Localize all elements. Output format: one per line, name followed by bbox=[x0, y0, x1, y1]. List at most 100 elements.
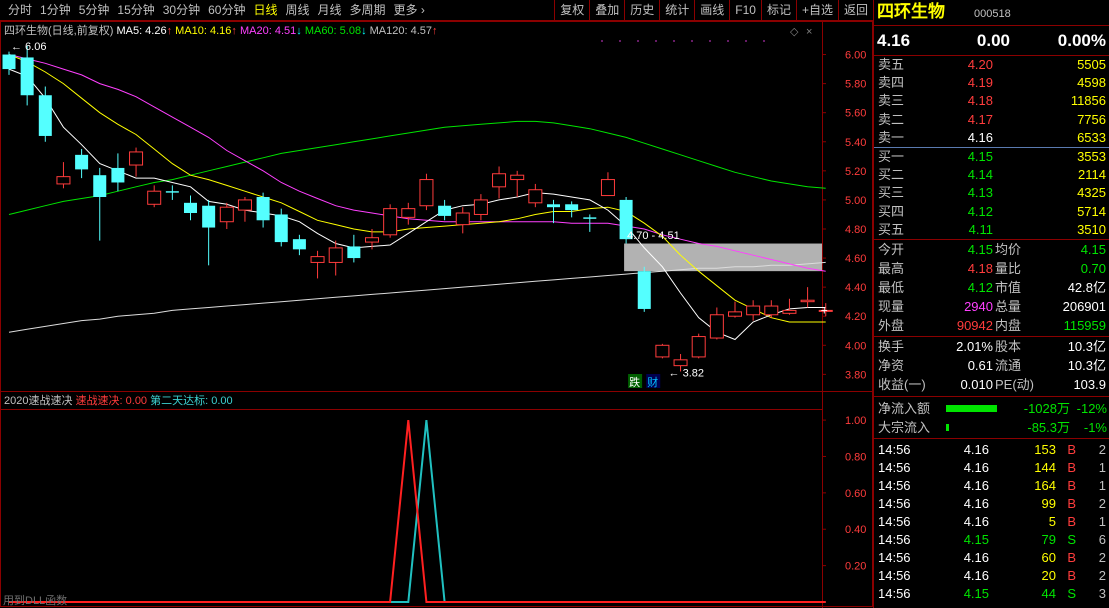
level-volume: 6533 bbox=[1077, 129, 1106, 145]
stat-label: 内盘 bbox=[995, 318, 1022, 333]
ma-legend-item: MA5: 4.26 bbox=[116, 25, 166, 37]
toolbar-button[interactable]: 历史 bbox=[624, 0, 659, 20]
period-tab[interactable]: 周线 bbox=[281, 3, 313, 18]
ma-legend-item: MA20: 4.51 bbox=[240, 25, 296, 37]
diamond-icon[interactable]: ◇ bbox=[790, 26, 799, 38]
candle-body bbox=[256, 197, 270, 221]
stat-value: 115959 bbox=[1063, 318, 1106, 333]
candle-body bbox=[75, 154, 89, 170]
level-label: 买二 bbox=[878, 167, 905, 183]
fundamental-row: 换手 2.01% 股本 10.3亿 bbox=[874, 338, 1109, 356]
candle-body bbox=[565, 204, 579, 211]
fund-flow-row: 净流入额 -1028万 -12% bbox=[874, 400, 1109, 418]
tick-side: B bbox=[1067, 514, 1076, 529]
candle-body bbox=[637, 271, 651, 309]
quote-panel: 四环生物 000518 4.16 0.00 0.00% 卖五 4.20 5505 卖四 4.19 4… bbox=[873, 0, 1109, 608]
candle-body bbox=[20, 57, 34, 96]
flow-pct: -1% bbox=[1083, 420, 1107, 435]
period-tab[interactable]: 分时 bbox=[4, 3, 36, 18]
stat-label: 外盘 bbox=[878, 318, 905, 333]
period-tab[interactable]: 1分钟 bbox=[36, 3, 75, 18]
candle-body bbox=[111, 167, 125, 183]
bid-level: 买一 4.15 3553 bbox=[874, 148, 1109, 166]
stat-label: 最高 bbox=[878, 261, 905, 276]
tick-volume: 153 bbox=[1034, 442, 1056, 457]
toolbar-button[interactable]: 画线 bbox=[694, 0, 729, 20]
tick-volume: 5 bbox=[1048, 514, 1056, 529]
bid-level: 买四 4.12 5714 bbox=[874, 203, 1109, 221]
price-tick-label: 4.00 bbox=[845, 340, 866, 352]
toolbar-button[interactable]: 统计 bbox=[659, 0, 694, 20]
toolbar-button[interactable]: F10 bbox=[729, 0, 761, 20]
kline-chart[interactable]: 四环生物(日线,前复权) MA5: 4.26↑ MA10: 4.16↑ MA20… bbox=[0, 21, 873, 608]
tick-side: B bbox=[1067, 496, 1076, 511]
level-volume: 5714 bbox=[1077, 203, 1106, 219]
tick-row: 14:56 4.16 144 B 1 bbox=[874, 459, 1109, 477]
tick-row: 14:56 4.16 60 B 2 bbox=[874, 549, 1109, 567]
candle-body bbox=[292, 239, 306, 250]
tick-volume: 20 bbox=[1041, 568, 1056, 583]
sub-tick-label: 1.00 bbox=[845, 415, 866, 427]
tick-price: 4.15 bbox=[963, 586, 989, 601]
period-tab[interactable]: 多周期 bbox=[346, 3, 390, 18]
marker-dot bbox=[637, 40, 639, 42]
stat-value: 2940 bbox=[964, 299, 993, 314]
bid-level: 买三 4.13 4325 bbox=[874, 184, 1109, 202]
sub-legend: 2020速战速决 速战速决: 0.00 第二天达标: 0.00 bbox=[4, 393, 233, 407]
ma-arrow: ↓ bbox=[361, 25, 370, 37]
stat-label: 今开 bbox=[878, 242, 905, 257]
flow-label: 大宗流入 bbox=[878, 420, 931, 435]
candle-body bbox=[147, 190, 162, 205]
candle-body bbox=[383, 208, 398, 236]
indicator-series-1: 速战速决: 0.00 bbox=[76, 394, 151, 407]
level-price: 4.12 bbox=[967, 203, 993, 219]
sub-tick-label: 0.60 bbox=[845, 488, 866, 500]
dll-hint: 用到DLL函数 bbox=[3, 594, 67, 607]
level-label: 买五 bbox=[878, 221, 905, 237]
toolbar-button[interactable]: 返回 bbox=[837, 0, 873, 20]
candle-body bbox=[782, 309, 797, 314]
toolbar-button[interactable]: 叠加 bbox=[589, 0, 624, 20]
tag-label: 财 bbox=[647, 375, 658, 389]
candle-body bbox=[237, 199, 252, 211]
price-tick-label: 6.00 bbox=[845, 50, 866, 62]
marker-dot bbox=[745, 40, 747, 42]
stat-row: 最低 4.12 市值 42.8亿 bbox=[874, 279, 1109, 297]
toolbar-button[interactable]: 标记 bbox=[760, 0, 796, 20]
period-tab[interactable]: 60分钟 bbox=[204, 3, 249, 18]
close-icon[interactable]: × bbox=[806, 26, 812, 38]
tick-count: 1 bbox=[1098, 460, 1106, 475]
stat-label: 总量 bbox=[995, 299, 1022, 314]
candle-body bbox=[38, 95, 52, 136]
toolbar-button[interactable]: +自选 bbox=[795, 0, 838, 20]
period-tab[interactable]: 5分钟 bbox=[75, 3, 114, 18]
fundamentals-divider bbox=[874, 396, 1109, 397]
tag-label: 跌 bbox=[629, 375, 640, 389]
period-tab[interactable]: 更多 › bbox=[390, 3, 429, 18]
level-label: 卖三 bbox=[878, 93, 905, 109]
toolbar-button[interactable]: 复权 bbox=[554, 0, 589, 20]
tick-side: S bbox=[1067, 532, 1076, 547]
stat-row: 现量 2940 总量 206901 bbox=[874, 298, 1109, 316]
stat-label: 最低 bbox=[878, 280, 905, 295]
period-tab[interactable]: 日线 bbox=[249, 3, 281, 18]
range-label: 4.70 - 4.51 bbox=[627, 230, 680, 242]
candle-body bbox=[401, 208, 416, 218]
period-tab[interactable]: 月线 bbox=[314, 3, 346, 18]
level-volume: 4325 bbox=[1077, 185, 1106, 201]
tick-side: B bbox=[1067, 568, 1076, 583]
flow-bar bbox=[946, 405, 997, 412]
level-price: 4.15 bbox=[967, 149, 993, 164]
marker-dot bbox=[727, 40, 729, 42]
period-tab[interactable]: 15分钟 bbox=[113, 3, 158, 18]
marker-dot bbox=[763, 40, 765, 42]
candle-body bbox=[438, 205, 452, 216]
flow-value: -85.3万 bbox=[1027, 420, 1070, 435]
level-label: 卖二 bbox=[878, 111, 905, 127]
fundamental-label: 收益(一) bbox=[878, 377, 926, 392]
tick-side: B bbox=[1067, 460, 1076, 475]
fundamental-value: 10.3亿 bbox=[1067, 339, 1106, 354]
orderbook-bottom-divider bbox=[874, 239, 1109, 240]
period-tab[interactable]: 30分钟 bbox=[159, 3, 204, 18]
fundamental-value: 0.010 bbox=[960, 377, 993, 392]
